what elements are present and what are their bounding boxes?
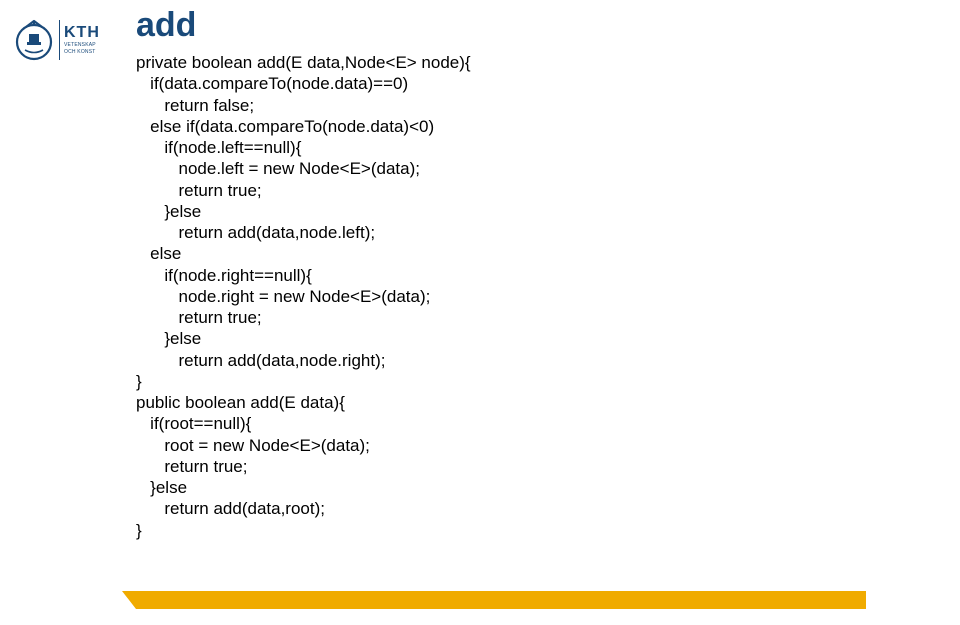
code-line: if(node.left==null){ (136, 138, 301, 157)
code-line: node.right = new Node<E>(data); (136, 287, 430, 306)
logo-sub-text-1: VETENSKAP (64, 43, 100, 48)
footer-accent-bar (136, 591, 866, 609)
code-line: return add(data,root); (136, 499, 325, 518)
code-line: node.left = new Node<E>(data); (136, 159, 420, 178)
code-line: return false; (136, 96, 254, 115)
code-line: return true; (136, 308, 262, 327)
code-line: if(data.compareTo(node.data)==0) (136, 74, 408, 93)
code-line: return true; (136, 457, 248, 476)
kth-logo: KTH VETENSKAP OCH KONST (12, 16, 100, 64)
code-line: return true; (136, 181, 262, 200)
kth-crest-icon (12, 18, 56, 62)
code-line: } (136, 372, 142, 391)
slide-title: add (136, 6, 196, 45)
code-block: private boolean add(E data,Node<E> node)… (136, 52, 471, 541)
code-line: return add(data,node.right); (136, 351, 385, 370)
code-line: } (136, 521, 142, 540)
slide: KTH VETENSKAP OCH KONST add private bool… (0, 0, 960, 625)
code-line: root = new Node<E>(data); (136, 436, 370, 455)
code-line: if(node.right==null){ (136, 266, 312, 285)
code-line: else if(data.compareTo(node.data)<0) (136, 117, 434, 136)
code-line: else (136, 244, 181, 263)
code-line: }else (136, 329, 201, 348)
code-line: private boolean add(E data,Node<E> node)… (136, 53, 471, 72)
code-line: }else (136, 478, 187, 497)
code-line: }else (136, 202, 201, 221)
logo-divider (59, 20, 60, 60)
logo-text: KTH VETENSKAP OCH KONST (64, 25, 100, 55)
code-line: return add(data,node.left); (136, 223, 375, 242)
code-line: if(root==null){ (136, 414, 251, 433)
logo-main-text: KTH (64, 25, 100, 41)
code-line: public boolean add(E data){ (136, 393, 345, 412)
logo-sub-text-2: OCH KONST (64, 50, 100, 55)
